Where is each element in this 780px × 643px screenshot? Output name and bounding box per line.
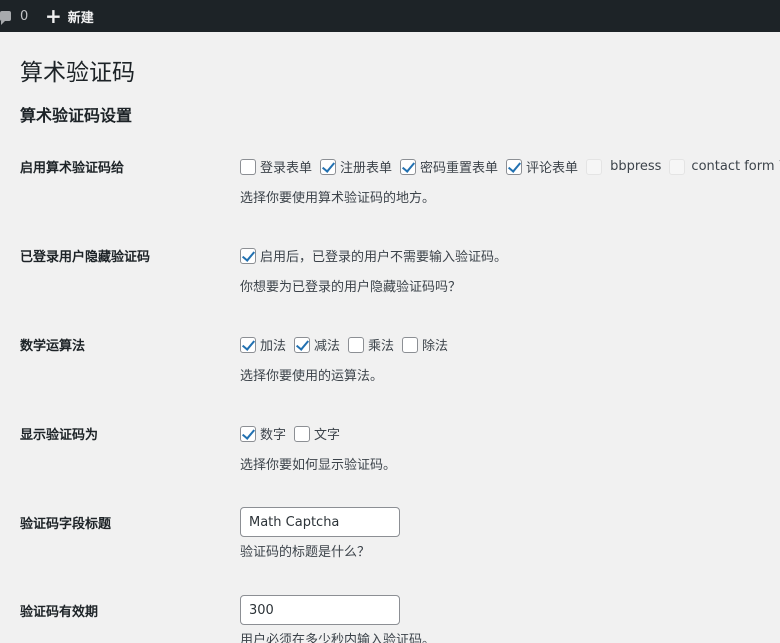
register-form-label: 注册表单 bbox=[340, 161, 393, 176]
section-title: 算术验证码设置 bbox=[20, 106, 133, 125]
register-form-checkbox[interactable] bbox=[320, 158, 337, 175]
multiplication-label: 乘法 bbox=[368, 339, 395, 354]
login-form-checkbox[interactable] bbox=[240, 158, 256, 175]
hide-logged-in-option-label: 启用后，已登录的用户不需要输入验证码。 bbox=[260, 250, 508, 265]
option-register-form[interactable]: 注册表单 bbox=[320, 157, 396, 176]
numbers-label: 数字 bbox=[260, 428, 287, 443]
option-login-form[interactable]: 登录表单 bbox=[240, 157, 316, 176]
comment-form-checkbox[interactable] bbox=[506, 158, 523, 175]
option-numbers[interactable]: 数字 bbox=[240, 424, 290, 443]
display-as-description: 选择你要如何显示验证码。 bbox=[240, 458, 397, 473]
numbers-checkbox[interactable] bbox=[240, 425, 256, 442]
option-contact-form-7: contact form 7 bbox=[669, 158, 780, 175]
page-title: 算术验证码 bbox=[20, 60, 135, 86]
option-multiplication[interactable]: 乘法 bbox=[348, 335, 398, 354]
reset-password-form-label: 密码重置表单 bbox=[420, 161, 499, 176]
operations-label: 数学运算法 bbox=[20, 339, 86, 354]
hide-logged-in-description: 你想要为已登录的用户隐藏验证码吗？ bbox=[240, 280, 462, 295]
plus-icon: + bbox=[45, 4, 62, 28]
comments-count: 0 bbox=[20, 8, 29, 24]
multiplication-checkbox[interactable] bbox=[348, 336, 365, 353]
login-form-label: 登录表单 bbox=[260, 161, 313, 176]
reset-password-form-checkbox[interactable] bbox=[400, 158, 417, 175]
enable-for-options: 登录表单 注册表单 密码重置表单 评论表单 bbpress contact fo… bbox=[240, 157, 780, 176]
display-as-label: 显示验证码为 bbox=[20, 428, 99, 443]
expiry-input[interactable] bbox=[240, 595, 400, 625]
admin-bar: 0 + 新建 bbox=[0, 0, 780, 32]
division-label: 除法 bbox=[422, 339, 449, 354]
addition-label: 加法 bbox=[260, 339, 287, 354]
option-hide-logged-in[interactable]: 启用后，已登录的用户不需要输入验证码。 bbox=[240, 246, 511, 265]
option-reset-password-form[interactable]: 密码重置表单 bbox=[400, 157, 502, 176]
display-as-options: 数字 文字 bbox=[240, 424, 348, 443]
option-bbpress: bbpress bbox=[586, 158, 665, 175]
contact-form-7-label: contact form 7 bbox=[691, 159, 780, 174]
enable-for-description: 选择你要使用算术验证码的地方。 bbox=[240, 191, 436, 206]
bbpress-label: bbpress bbox=[610, 159, 662, 174]
addition-checkbox[interactable] bbox=[240, 336, 256, 353]
option-comment-form[interactable]: 评论表单 bbox=[506, 157, 582, 176]
comment-bubble-icon bbox=[0, 11, 11, 25]
field-title-input[interactable] bbox=[240, 507, 400, 537]
new-label: 新建 bbox=[67, 10, 94, 26]
option-addition[interactable]: 加法 bbox=[240, 335, 290, 354]
subtraction-checkbox[interactable] bbox=[294, 336, 311, 353]
option-words[interactable]: 文字 bbox=[294, 424, 344, 443]
enable-for-label: 启用算术验证码给 bbox=[20, 161, 125, 176]
field-title-description: 验证码的标题是什么？ bbox=[240, 545, 371, 560]
subtraction-label: 减法 bbox=[314, 339, 341, 354]
contact-form-7-checkbox bbox=[669, 158, 686, 175]
hide-logged-in-label: 已登录用户隐藏验证码 bbox=[20, 250, 151, 265]
operations-description: 选择你要使用的运算法。 bbox=[240, 369, 384, 384]
comments-menu[interactable]: 0 bbox=[0, 0, 28, 32]
words-label: 文字 bbox=[314, 428, 341, 443]
option-division[interactable]: 除法 bbox=[402, 335, 452, 354]
comment-form-label: 评论表单 bbox=[526, 161, 579, 176]
field-title-label: 验证码字段标题 bbox=[20, 517, 112, 532]
new-content-menu[interactable]: + 新建 bbox=[45, 0, 94, 32]
option-subtraction[interactable]: 减法 bbox=[294, 335, 344, 354]
division-checkbox[interactable] bbox=[402, 336, 419, 353]
hide-logged-in-checkbox[interactable] bbox=[240, 247, 256, 264]
expiry-label: 验证码有效期 bbox=[20, 605, 99, 620]
hide-logged-in-options: 启用后，已登录的用户不需要输入验证码。 bbox=[240, 246, 515, 265]
expiry-description: 用户必须在多少秒内输入验证码。 bbox=[240, 633, 436, 643]
bbpress-checkbox bbox=[586, 158, 603, 175]
words-checkbox[interactable] bbox=[294, 425, 311, 442]
operations-options: 加法 减法 乘法 除法 bbox=[240, 335, 456, 354]
